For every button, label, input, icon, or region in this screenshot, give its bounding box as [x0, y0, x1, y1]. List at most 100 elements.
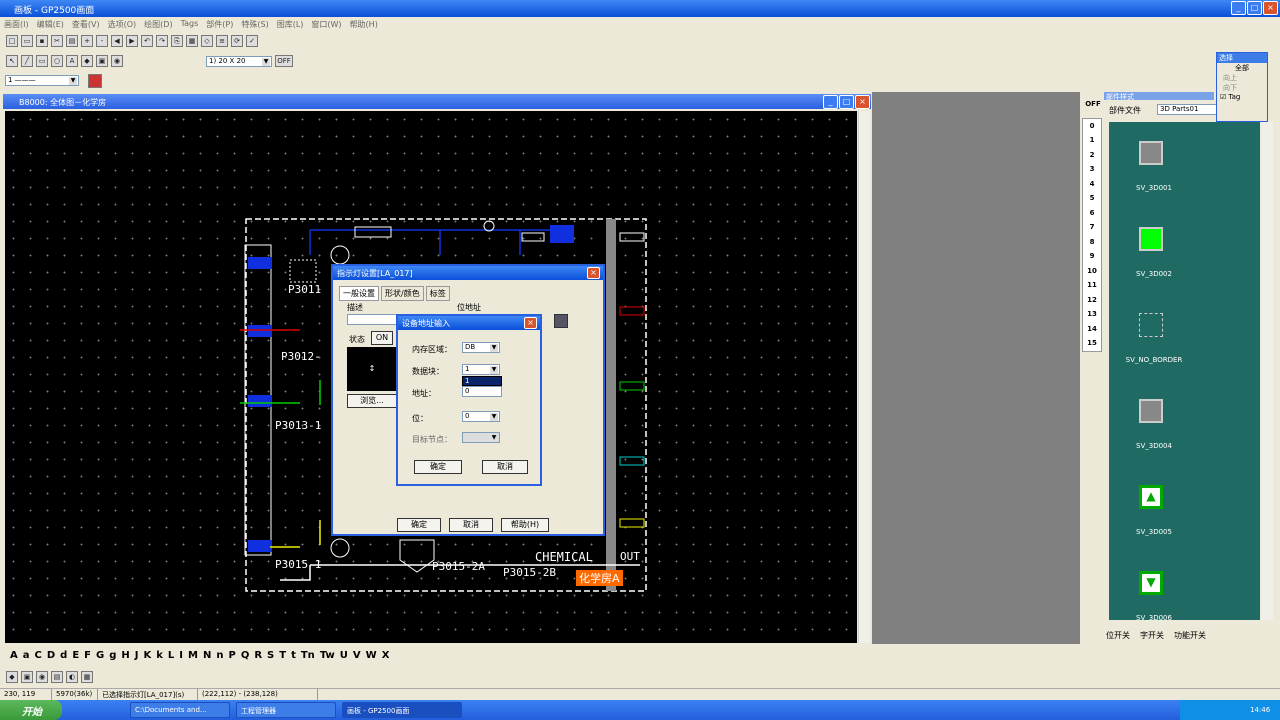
alpha-button[interactable]: A	[10, 650, 18, 661]
alpha-button[interactable]: K	[144, 650, 152, 661]
minimize-button[interactable]: _	[1231, 1, 1246, 15]
alpha-button[interactable]: T	[279, 650, 286, 661]
desc-input[interactable]	[347, 314, 399, 325]
new-icon[interactable]: □	[6, 35, 18, 47]
part-tool-icon[interactable]: ◉	[36, 671, 48, 683]
part-tool-icon[interactable]: ◐	[66, 671, 78, 683]
tab-label[interactable]: 标签	[425, 286, 450, 301]
part-tool-icon[interactable]: ▣	[21, 671, 33, 683]
help-button[interactable]: 帮助(H)	[501, 518, 549, 532]
child-close-button[interactable]: ×	[855, 95, 870, 109]
alpha-button[interactable]: D	[47, 650, 55, 661]
back-icon[interactable]: ◀	[111, 35, 123, 47]
state-number[interactable]: 3	[1083, 165, 1101, 173]
alpha-button[interactable]: C	[35, 650, 42, 661]
taskbar-item[interactable]: C:\Documents and...	[130, 702, 230, 718]
tab-word-switch[interactable]: 字开关	[1140, 630, 1164, 641]
state-on-button[interactable]: ON	[371, 331, 393, 345]
state-number[interactable]: 10	[1083, 267, 1101, 275]
parts-file-select[interactable]: 3D Parts01	[1157, 104, 1221, 115]
triangle-down-icon[interactable]: ▼	[1139, 571, 1163, 595]
off-button[interactable]: OFF	[275, 55, 293, 67]
menu-item[interactable]: 绘图(D)	[144, 19, 172, 29]
menu-item[interactable]: 查看(V)	[72, 19, 100, 29]
child-minimize-button[interactable]: _	[823, 95, 838, 109]
cut-icon[interactable]: ✂	[51, 35, 63, 47]
alpha-button[interactable]: S	[267, 650, 274, 661]
parts-scrollbar[interactable]	[1261, 122, 1273, 620]
keypad-icon[interactable]	[554, 314, 568, 328]
text-icon[interactable]: A	[66, 55, 78, 67]
menu-item[interactable]: 帮助(H)	[350, 19, 378, 29]
state-number[interactable]: 12	[1083, 296, 1101, 304]
start-button[interactable]: 开始	[0, 700, 62, 720]
menu-item[interactable]: Tags	[181, 19, 199, 29]
close-icon[interactable]: ×	[524, 317, 537, 329]
select-item[interactable]: 向上	[1217, 73, 1267, 83]
alpha-button[interactable]: N	[203, 650, 211, 661]
alpha-button[interactable]: M	[188, 650, 198, 661]
addr-ok-button[interactable]: 确定	[414, 460, 462, 474]
tag-checkbox[interactable]: ☑ Tag	[1217, 93, 1267, 101]
alpha-button[interactable]: n	[216, 650, 223, 661]
alpha-button[interactable]: Tn	[301, 650, 315, 661]
state-number[interactable]: 15	[1083, 339, 1101, 347]
rect-icon[interactable]: ▭	[36, 55, 48, 67]
state-number[interactable]: 9	[1083, 252, 1101, 260]
state-number[interactable]: 2	[1083, 151, 1101, 159]
state-number[interactable]: 4	[1083, 180, 1101, 188]
check-icon[interactable]: ✓	[246, 35, 258, 47]
menu-item[interactable]: 编辑(E)	[37, 19, 64, 29]
part-thumbnail[interactable]	[1139, 227, 1163, 251]
line-icon[interactable]: ╱	[21, 55, 33, 67]
alpha-button[interactable]: L	[168, 650, 174, 661]
close-icon[interactable]: ×	[587, 267, 600, 279]
alpha-button[interactable]: P	[228, 650, 235, 661]
alpha-button[interactable]: X	[382, 650, 390, 661]
menu-item[interactable]: 部件(P)	[206, 19, 233, 29]
part-tool-icon[interactable]: ▤	[51, 671, 63, 683]
copy-icon[interactable]: ⎘	[171, 35, 183, 47]
alpha-button[interactable]: H	[121, 650, 129, 661]
state-number[interactable]: 14	[1083, 325, 1101, 333]
alpha-button[interactable]: Q	[241, 650, 250, 661]
palette-icon[interactable]	[88, 74, 102, 88]
zoom-out-icon[interactable]: -	[96, 35, 108, 47]
menu-item[interactable]: 图库(L)	[277, 19, 304, 29]
menu-item[interactable]: 选项(O)	[108, 19, 137, 29]
state-number[interactable]: 7	[1083, 223, 1101, 231]
forward-icon[interactable]: ▶	[126, 35, 138, 47]
save-icon[interactable]: ▪	[36, 35, 48, 47]
part-thumbnail[interactable]	[1139, 141, 1163, 165]
rotate-icon[interactable]: ⟳	[231, 35, 243, 47]
paste-icon[interactable]: ▦	[186, 35, 198, 47]
open-icon[interactable]: ▭	[21, 35, 33, 47]
taskbar-item[interactable]: 画板 - GP2500画面	[342, 702, 462, 718]
tab-shape-color[interactable]: 形状/颜色	[381, 286, 424, 301]
cancel-button[interactable]: 取消	[449, 518, 493, 532]
taskbar-item[interactable]: 工程管理器	[236, 702, 336, 718]
alpha-button[interactable]: k	[156, 650, 163, 661]
vertical-scrollbar[interactable]	[858, 111, 870, 643]
zoom-in-icon[interactable]: +	[81, 35, 93, 47]
circle-icon[interactable]: ○	[51, 55, 63, 67]
lamp-icon[interactable]: ◉	[111, 55, 123, 67]
menu-item[interactable]: 画面(I)	[4, 19, 29, 29]
triangle-up-icon[interactable]: ▲	[1139, 485, 1163, 509]
tab-function-switch[interactable]: 功能开关	[1174, 630, 1206, 641]
tab-general[interactable]: 一般设置	[339, 286, 379, 301]
alpha-button[interactable]: t	[291, 650, 296, 661]
alpha-button[interactable]: W	[366, 650, 377, 661]
alpha-button[interactable]: a	[23, 650, 30, 661]
state-number[interactable]: 8	[1083, 238, 1101, 246]
select-all-button[interactable]: 全部	[1217, 63, 1267, 73]
state-number[interactable]: 1	[1083, 136, 1101, 144]
pointer-icon[interactable]: ↖	[6, 55, 18, 67]
alpha-button[interactable]: V	[353, 650, 361, 661]
alpha-button[interactable]: E	[72, 650, 79, 661]
child-maximize-button[interactable]: □	[839, 95, 854, 109]
browse-button[interactable]: 浏览...	[347, 394, 397, 408]
addr-input[interactable]: 0	[462, 386, 502, 397]
select-item[interactable]: 向下	[1217, 83, 1267, 93]
zoom-select[interactable]: 1) 20 X 20 ▼	[206, 55, 272, 67]
